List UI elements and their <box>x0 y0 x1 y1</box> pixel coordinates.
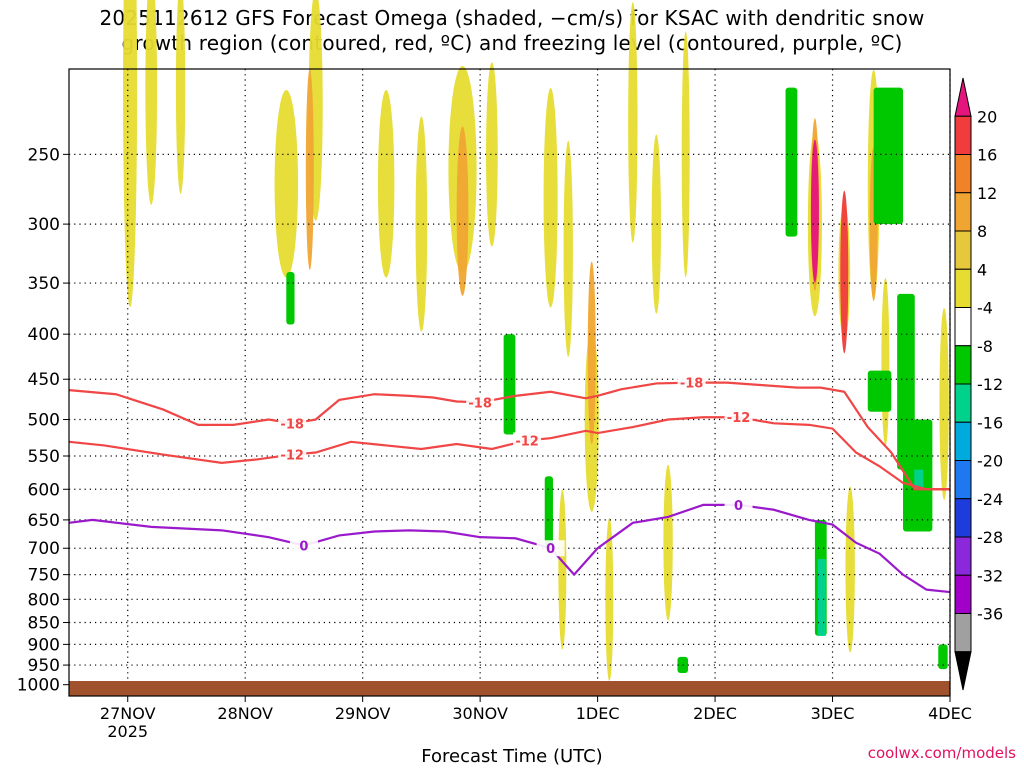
colorbar-label: 8 <box>977 222 987 241</box>
x-tick-label: 29NOV <box>335 704 391 723</box>
colorbar-cell <box>954 192 972 232</box>
colorbar-label: -24 <box>977 490 1003 509</box>
colorbar-cell <box>954 230 972 270</box>
omega-green-area <box>503 334 516 435</box>
omega-green-area <box>873 87 904 225</box>
y-tick-label: 400 <box>28 325 60 345</box>
colorbar-label: -32 <box>977 566 1003 585</box>
colorbar-label: -16 <box>977 413 1003 432</box>
omega-shade-blob <box>651 134 662 314</box>
ground-bar <box>69 681 950 696</box>
omega-shade-blob <box>543 87 558 308</box>
omega-shade-blob <box>939 307 949 500</box>
credit-text[interactable]: coolwx.com/models <box>868 744 1016 762</box>
omega-time-height-chart: -18 -18 -18 -12 -12 -12 0 0 0 250 300 350 400 450 500… <box>17 0 1003 741</box>
y-tick-label: 450 <box>28 370 60 390</box>
y-tick-label: 800 <box>28 590 60 610</box>
omega-shade-blob <box>274 89 299 278</box>
y-tick-label: 950 <box>28 656 60 676</box>
colorbar-label: 4 <box>977 260 987 279</box>
contour-label: -12 <box>515 434 539 449</box>
omega-shade-blob <box>810 139 819 283</box>
omega-shade-blob <box>628 2 638 243</box>
x-tick-label: 28NOV <box>217 704 273 723</box>
x-tick-label: 27NOV <box>100 704 156 723</box>
omega-green-area <box>785 87 798 237</box>
contour-label: -18 <box>680 377 704 392</box>
colorbar-label: -4 <box>977 299 993 318</box>
omega-shade-blob <box>456 126 469 296</box>
colorbar-label: -36 <box>977 605 1003 624</box>
x-axis: 27NOV 28NOV 29NOV 30NOV 1DEC 2DEC 3DEC 4DEC 2025 <box>100 696 972 741</box>
y-tick-label: 700 <box>28 539 60 559</box>
y-tick-label: 650 <box>28 511 60 531</box>
x-tick-label: 1DEC <box>576 704 620 723</box>
colorbar-cell <box>954 345 972 385</box>
colorbar-cell <box>954 651 972 691</box>
colorbar-cell <box>954 77 972 117</box>
omega-green-area <box>867 370 892 412</box>
omega-teal-area <box>817 559 826 636</box>
omega-shade-blob <box>840 190 849 354</box>
omega-shade-blob <box>663 464 673 621</box>
contour-label: -18 <box>468 396 492 411</box>
colorbar-label: -8 <box>977 337 993 356</box>
omega-shade-blob <box>845 486 855 653</box>
y-tick-label: 250 <box>28 145 60 165</box>
colorbar-cell <box>954 268 972 308</box>
colorbar-cell <box>954 613 972 653</box>
y-tick-label: 900 <box>28 635 60 655</box>
colorbar-cell <box>954 574 972 614</box>
omega-green-area <box>286 271 295 325</box>
colorbar-cell <box>954 421 972 461</box>
omega-shade-blob <box>558 489 567 650</box>
contour-label: -12 <box>727 411 751 426</box>
colorbar-label: -12 <box>977 375 1003 394</box>
contour-label: -12 <box>280 449 304 464</box>
colorbar-cell <box>954 383 972 423</box>
colorbar-cell <box>954 536 972 576</box>
colorbar-label: 16 <box>977 146 997 165</box>
y-tick-label: 300 <box>28 215 60 235</box>
colorbar-label: -20 <box>977 452 1003 471</box>
omega-shade-blob <box>881 277 890 446</box>
colorbar-label: 20 <box>977 107 997 126</box>
x-tick-label: 2DEC <box>693 704 737 723</box>
x-tick-label: 4DEC <box>928 704 972 723</box>
colorbar-cell <box>954 307 972 347</box>
contour-label: 0 <box>734 499 743 514</box>
y-tick-label: 850 <box>28 614 60 634</box>
y-tick-label: 600 <box>28 480 60 500</box>
colorbar-label: -28 <box>977 528 1003 547</box>
colorbar-cell <box>954 460 972 500</box>
omega-shade-blob <box>587 261 596 445</box>
colorbar-label: 12 <box>977 184 997 203</box>
contour-label: 0 <box>299 540 308 555</box>
y-tick-label: 500 <box>28 411 60 431</box>
contour-label: 0 <box>546 542 555 557</box>
y-axis: 2503003504004505005506006507007508008509… <box>17 145 69 696</box>
x-tick-label: 3DEC <box>811 704 855 723</box>
colorbar-cell <box>954 498 972 538</box>
colorbar-cell <box>954 115 972 155</box>
omega-shade-blob <box>563 140 573 357</box>
y-tick-label: 350 <box>28 274 60 294</box>
omega-shade-blob <box>415 116 428 332</box>
x-year-label: 2025 <box>107 722 148 741</box>
x-tick-label: 30NOV <box>452 704 508 723</box>
omega-green-area <box>544 476 553 549</box>
colorbar-cell <box>954 154 972 194</box>
y-tick-label: 550 <box>28 447 60 467</box>
contour-label: -18 <box>280 417 304 432</box>
y-tick-label: 1000 <box>17 676 60 696</box>
y-tick-label: 750 <box>28 566 60 586</box>
omega-shade-blob <box>305 68 314 270</box>
colorbar: 20 16 12 8 4 -4 -8 -12 -16 -20 -24 -28 -32 -36 <box>954 77 1003 691</box>
omega-shade-blob <box>377 89 395 278</box>
